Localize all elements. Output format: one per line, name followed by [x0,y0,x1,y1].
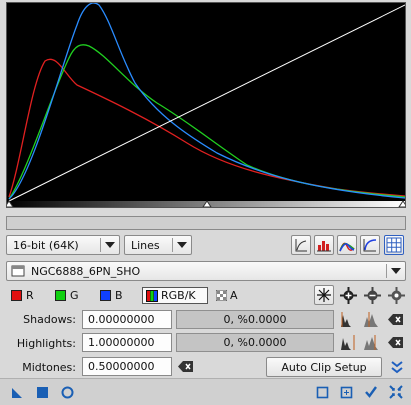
midtones-value: 0.50000000 [88,360,155,373]
reset-icon[interactable] [340,386,353,399]
bit-depth-value: 16-bit (64K) [13,238,79,252]
channel-r-label: R [26,289,34,302]
auto-clip-setup-button[interactable]: Auto Clip Setup [266,357,382,377]
reset-all-button[interactable] [314,285,334,305]
channel-g-label: G [70,289,79,302]
chevron-down-icon [391,268,401,274]
grid-toggle-button[interactable] [384,235,404,255]
highlights-clip-text: 0, %0.0000 [223,336,287,349]
clear-midtones-icon[interactable] [178,360,194,373]
graph-style-value: Lines [131,238,160,252]
shadows-clip-readout: 0, %0.0000 [176,310,334,329]
histogram-plot [7,3,405,207]
shadows-value: 0.00000000 [88,313,155,326]
highlights-value: 1.00000000 [88,336,155,349]
histogram-view-button[interactable] [314,235,334,255]
asterisk-icon [317,288,331,302]
channel-rgbk-label: RGB/K [161,289,196,302]
channel-a-label: A [230,289,238,302]
alpha-checker-icon[interactable] [216,290,227,301]
chevron-down-icon [177,242,187,248]
highlights-clip-readout: 0, %0.0000 [176,333,334,352]
channel-b-swatch[interactable] [100,290,111,301]
transfer-curve [8,4,405,202]
clear-shadows-icon[interactable] [388,313,404,326]
zoom-out-icon[interactable] [364,287,381,304]
bit-depth-combo[interactable]: 16-bit (64K) [6,235,120,255]
auto-shadows-channel-icon[interactable] [363,311,379,328]
channel-rgbk-button[interactable]: RGB/K [142,287,208,304]
midtones-label: Midtones: [22,361,76,374]
auto-clip-setup-label: Auto Clip Setup [281,360,367,374]
auto-highlights-channel-icon[interactable] [363,334,379,351]
real-time-preview-icon[interactable] [61,386,74,399]
checkmark-icon[interactable] [364,385,378,399]
clear-highlights-icon[interactable] [388,336,404,349]
shadows-clip-text: 0, %0.0000 [223,313,287,326]
channel-b-label: B [115,289,123,302]
red-channel-curve [8,58,405,198]
process-bar [0,378,411,405]
midtones-track[interactable] [6,216,406,230]
log-scale-button[interactable] [291,235,311,255]
zoom-in-icon[interactable] [340,287,357,304]
rgb-histogram-icon [339,242,355,252]
image-window-icon [11,265,25,277]
grid-icon [386,237,402,253]
zoom-fit-icon[interactable] [388,287,405,304]
blue-channel-curve [8,3,405,200]
image-selector[interactable]: NGC6888_6PN_SHO [6,261,406,281]
rgb-swatch-icon [146,290,158,302]
channel-g-swatch[interactable] [55,290,66,301]
image-selector-value: NGC6888_6PN_SHO [31,265,141,278]
shadows-input[interactable]: 0.00000000 [82,310,172,329]
curve-icon [363,239,377,252]
histogram-icon [317,241,331,252]
curve-view-button[interactable] [360,235,380,255]
highlights-label: Highlights: [16,337,76,350]
graph-style-combo[interactable]: Lines [124,235,192,255]
channel-r-swatch[interactable] [11,290,22,301]
rgb-histogram-button[interactable] [337,235,357,255]
apply-global-icon[interactable] [36,386,49,399]
auto-shadows-icon[interactable] [340,311,356,328]
close-expand-icon[interactable] [389,385,403,399]
chevron-down-icon [105,242,115,248]
highlights-input[interactable]: 1.00000000 [82,333,172,352]
auto-highlights-icon[interactable] [340,334,356,351]
new-instance-icon[interactable] [11,386,24,399]
histogram-display[interactable] [6,2,406,208]
log-scale-icon [295,239,307,252]
midtones-input[interactable]: 0.50000000 [82,357,172,376]
shadows-label: Shadows: [23,313,76,326]
chevron-double-down-icon[interactable] [390,360,404,374]
green-channel-curve [8,44,405,200]
browse-docs-icon[interactable] [316,386,329,399]
